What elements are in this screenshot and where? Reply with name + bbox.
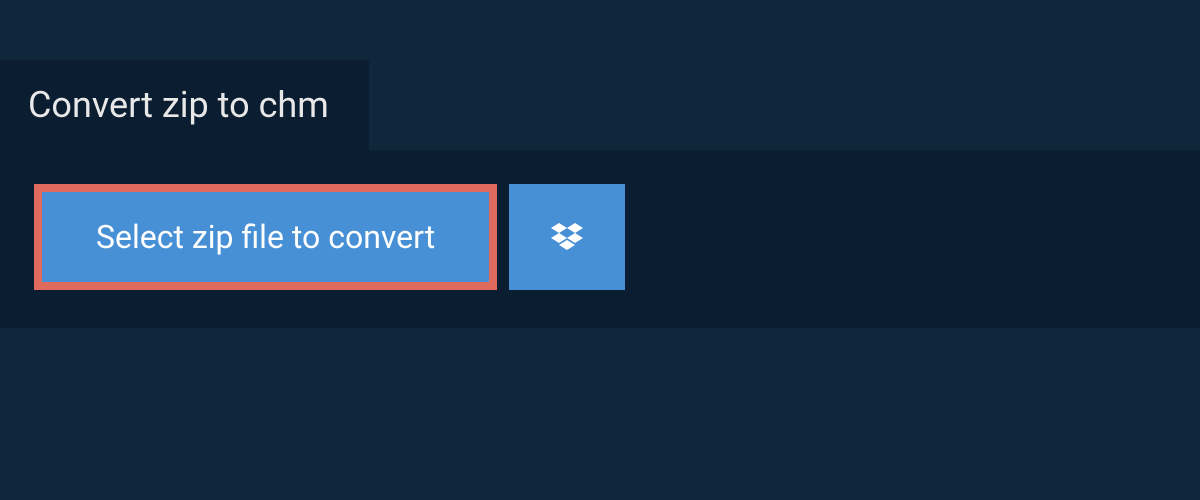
dropbox-icon: [547, 217, 587, 257]
button-row: Select zip file to convert: [34, 184, 1166, 290]
dropbox-button[interactable]: [509, 184, 625, 290]
page-title: Convert zip to chm: [28, 84, 329, 126]
upload-panel: Select zip file to convert: [0, 150, 1200, 328]
tab-header: Convert zip to chm: [0, 60, 369, 150]
select-file-button[interactable]: Select zip file to convert: [34, 184, 497, 290]
select-file-label: Select zip file to convert: [96, 218, 435, 256]
